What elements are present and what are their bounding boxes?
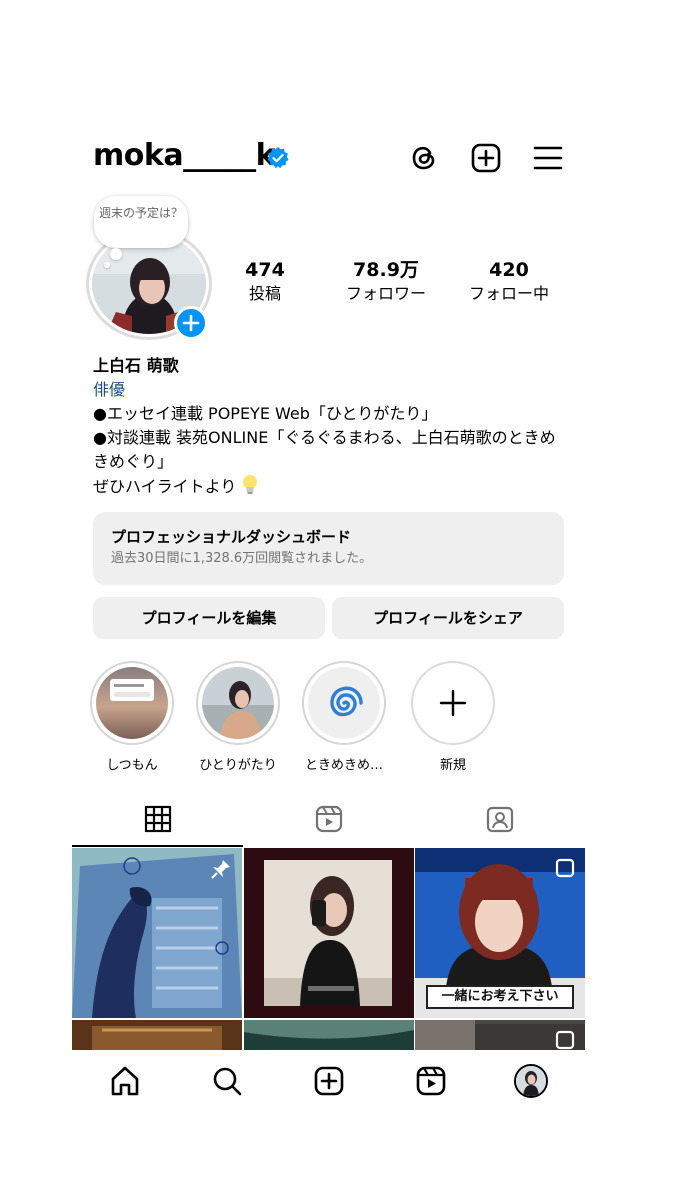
post-tile[interactable] xyxy=(72,1020,242,1050)
tab-reels[interactable] xyxy=(243,799,414,847)
create-icon[interactable] xyxy=(312,1064,346,1098)
followers-count: 78.9万 xyxy=(353,259,419,281)
posts-stat[interactable]: 474 投稿 xyxy=(205,258,325,305)
reels-icon[interactable] xyxy=(414,1064,448,1098)
plus-icon xyxy=(182,314,200,332)
new-highlight-button[interactable]: 新規 xyxy=(408,661,498,773)
highlight-ring xyxy=(411,661,495,745)
highlight-cover xyxy=(96,667,168,739)
following-stat[interactable]: 420 フォロー中 xyxy=(449,258,569,305)
following-label: フォロー中 xyxy=(468,284,549,303)
menu-icon[interactable] xyxy=(532,142,564,174)
profile-avatar-image xyxy=(516,1066,546,1096)
highlight-ring xyxy=(302,661,386,745)
highlight-item[interactable]: しつもん xyxy=(87,661,177,773)
profile-avatar[interactable] xyxy=(514,1064,548,1098)
dashboard-subtitle: 過去30日間に1,328.6万回閲覧されました。 xyxy=(111,551,373,566)
highlight-cover xyxy=(202,667,274,739)
post-thumbnail xyxy=(244,1020,414,1050)
professional-dashboard[interactable]: プロフェッショナルダッシュボード 過去30日間に1,328.6万回閲覧されました… xyxy=(93,512,564,585)
profile-screen: moka_____k 週末の予定は？ 474 投稿 78.9万 フォロワー 42… xyxy=(72,104,585,1114)
highlight-cover-image xyxy=(202,667,274,739)
tagged-icon xyxy=(486,806,514,833)
create-post-icon[interactable] xyxy=(470,142,502,174)
profile-note-bubble[interactable]: 週末の予定は？ xyxy=(94,196,188,248)
post-thumbnail xyxy=(72,1020,242,1050)
note-bubble-tail xyxy=(110,248,122,260)
following-count: 420 xyxy=(489,259,529,281)
followers-label: フォロワー xyxy=(345,284,426,303)
multi-post-icon xyxy=(555,1030,575,1050)
pin-icon xyxy=(211,860,230,879)
tab-tagged[interactable] xyxy=(414,799,585,847)
post-tile[interactable]: 一緒にお考え下さい xyxy=(415,848,585,1018)
highlight-label: ひとりがたり xyxy=(199,758,277,773)
note-bubble-tail-small xyxy=(104,262,110,268)
highlight-item[interactable]: ときめきめ… xyxy=(299,661,389,773)
bio-line-3: ぜひハイライトより xyxy=(93,477,237,496)
username[interactable]: moka_____k xyxy=(93,138,276,173)
bottom-navigation xyxy=(72,1050,585,1114)
active-tab-indicator xyxy=(72,845,243,847)
tile-caption: 一緒にお考え下さい xyxy=(441,989,559,1004)
light-bulb-icon xyxy=(243,475,258,494)
post-thumbnail xyxy=(244,848,414,1018)
highlight-label: 新規 xyxy=(439,758,466,773)
profile-category: 俳優 xyxy=(93,380,126,399)
plus-icon xyxy=(439,689,467,717)
bio-line-2: ●対談連載 装苑ONLINE「ぐるぐるまわる、上白石萌歌のときめきめぐり」 xyxy=(93,428,556,471)
bio-line-1: ●エッセイ連載 POPEYE Web「ひとりがたり」 xyxy=(93,404,438,423)
highlight-label: しつもん xyxy=(106,758,158,773)
bio-line-3-row: ぜひハイライトより xyxy=(93,474,573,499)
add-story-button[interactable] xyxy=(174,306,208,340)
highlight-cover-image xyxy=(96,667,168,739)
display-name: 上白石 萌歌 xyxy=(93,356,179,375)
search-icon[interactable] xyxy=(210,1064,244,1098)
post-tile[interactable] xyxy=(72,848,242,1018)
tab-posts-grid[interactable] xyxy=(72,799,243,847)
spiral-icon xyxy=(330,686,363,717)
dashboard-title: プロフェッショナルダッシュボード xyxy=(111,528,352,546)
posts-count: 474 xyxy=(245,259,285,281)
highlight-ring xyxy=(196,661,280,745)
post-tile[interactable] xyxy=(244,848,414,1018)
highlight-item[interactable]: ひとりがたり xyxy=(193,661,283,773)
highlight-ring xyxy=(90,661,174,745)
highlight-cover xyxy=(308,667,380,739)
share-profile-button[interactable]: プロフィールをシェア xyxy=(332,597,564,639)
grid-icon xyxy=(144,805,172,833)
edit-profile-button[interactable]: プロフィールを編集 xyxy=(93,597,325,639)
threads-icon[interactable] xyxy=(408,142,440,174)
home-icon[interactable] xyxy=(108,1064,142,1098)
post-tile[interactable] xyxy=(244,1020,414,1050)
posts-label: 投稿 xyxy=(248,284,281,303)
followers-stat[interactable]: 78.9万 フォロワー xyxy=(326,258,446,305)
highlight-label: ときめきめ… xyxy=(304,758,383,773)
multi-post-icon xyxy=(555,858,575,878)
profile-bio: 上白石 萌歌 俳優 ●エッセイ連載 POPEYE Web「ひとりがたり」 ●対談… xyxy=(93,354,573,499)
reels-icon xyxy=(315,805,343,833)
verified-badge-icon xyxy=(267,147,289,169)
post-tile[interactable] xyxy=(415,1020,585,1050)
